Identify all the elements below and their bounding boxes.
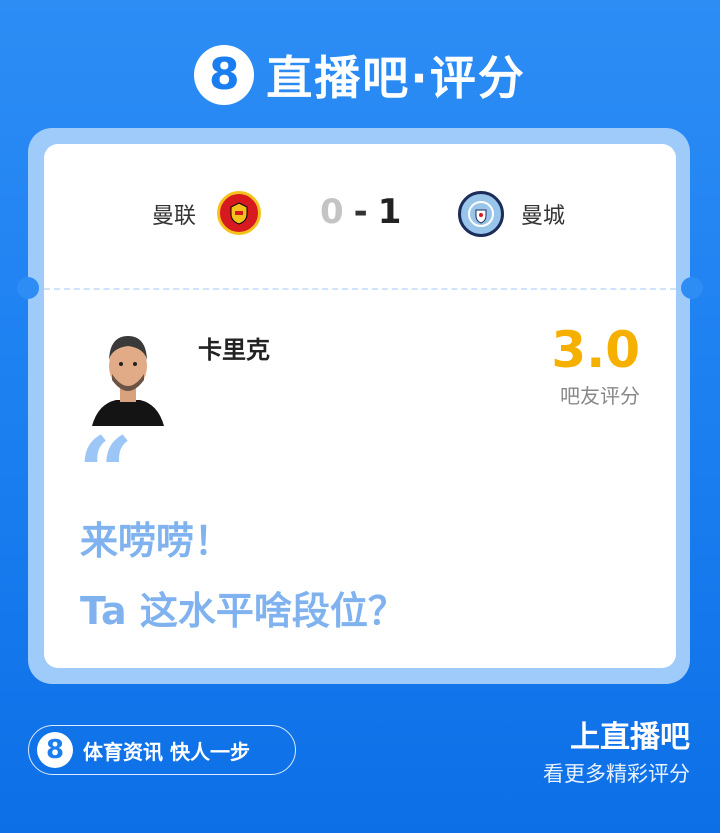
score-separator: - [353,192,368,232]
home-team-name: 曼联 [152,204,197,229]
home-score: 0 [320,192,344,232]
brand-title: 直播吧·评分 [266,51,526,105]
slogan-pill: 8 体育资讯 快人一步 [28,725,296,775]
zhibo8-small-logo-icon: 8 [37,732,73,768]
slogan-text: 体育资讯 快人一步 [83,739,250,764]
brand-header: 8 直播吧·评分 [0,40,720,110]
away-score: 1 [377,192,402,232]
zhibo8-logo-icon: 8 [194,45,255,105]
quote-line-1: 来唠唠！ [80,519,233,563]
manchester-city-crest-icon [458,191,504,237]
ticket-notch-right [681,277,703,299]
rating-label: 吧友评分 [560,384,640,408]
cta-title[interactable]: 上直播吧 [570,712,690,756]
player-rating: 3.0 [551,321,640,379]
ticket-divider [44,288,676,290]
quote-mark-icon: “ [78,416,134,529]
player-name: 卡里克 [198,336,270,364]
ticket-notch-left [17,277,39,299]
cta-subtitle[interactable]: 看更多精彩评分 [543,758,690,788]
manchester-united-crest-icon [217,191,261,235]
quote-line-2: Ta 这水平啥段位？ [80,589,406,633]
away-team-name: 曼城 [521,204,566,229]
match-score: 0 - 1 [320,192,401,232]
player-photo [88,322,168,426]
